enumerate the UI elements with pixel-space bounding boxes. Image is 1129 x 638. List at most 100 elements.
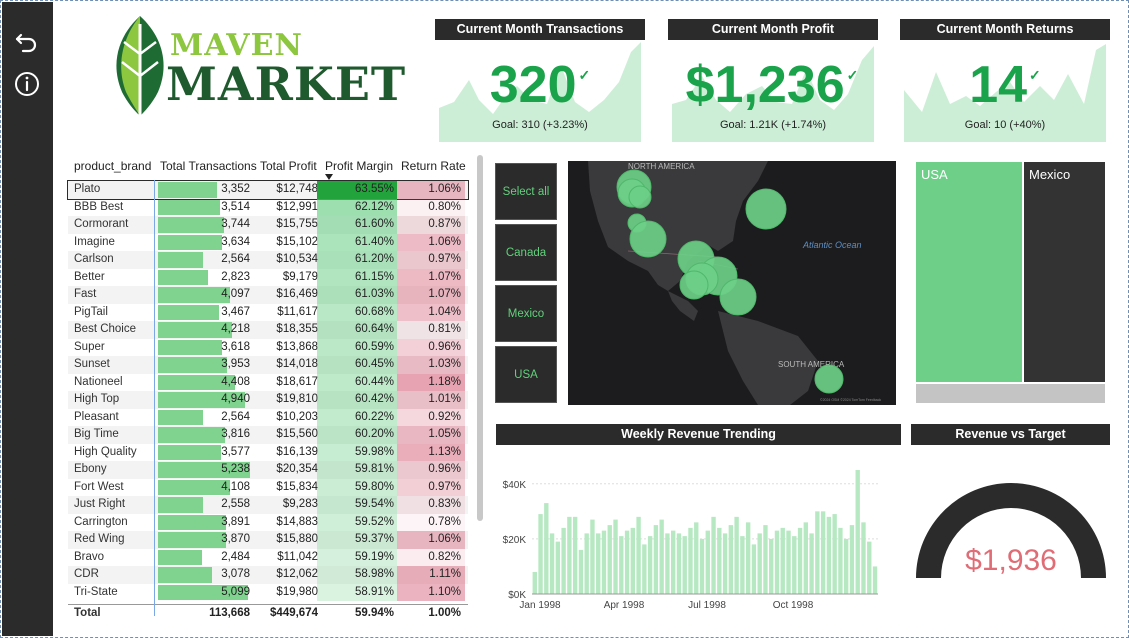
revenue-bar[interactable] <box>769 538 774 594</box>
revenue-bar[interactable] <box>584 533 589 594</box>
table-row[interactable]: CDR 3,078 $12,062 58.98% 1.11% <box>68 566 468 584</box>
revenue-bar[interactable] <box>809 533 814 594</box>
revenue-bar[interactable] <box>705 530 710 594</box>
revenue-bar[interactable] <box>642 544 647 594</box>
revenue-bar[interactable] <box>855 470 860 594</box>
revenue-bar[interactable] <box>538 514 543 594</box>
revenue-bar[interactable] <box>682 536 687 594</box>
revenue-bar[interactable] <box>867 541 872 594</box>
revenue-bar[interactable] <box>763 525 768 594</box>
header-return-rate[interactable]: Return Rate <box>401 159 466 173</box>
revenue-bar[interactable] <box>555 541 561 594</box>
table-row[interactable]: High Top 4,940 $19,810 60.42% 1.01% <box>68 391 468 409</box>
revenue-bar[interactable] <box>578 549 584 594</box>
table-row[interactable]: Red Wing 3,870 $15,880 59.37% 1.06% <box>68 531 468 549</box>
revenue-bar[interactable] <box>849 525 855 594</box>
revenue-bar[interactable] <box>838 527 843 594</box>
table-row[interactable]: Tri-State 5,099 $19,980 58.91% 1.10% <box>68 583 468 601</box>
revenue-bar[interactable] <box>665 533 670 594</box>
revenue-bar[interactable] <box>832 514 837 594</box>
table-row[interactable]: Bravo 2,484 $11,042 59.19% 0.82% <box>68 548 468 566</box>
revenue-bar[interactable] <box>590 519 595 594</box>
table-row[interactable]: Super 3,618 $13,868 60.59% 0.96% <box>68 338 468 356</box>
table-row[interactable]: BBB Best 3,514 $12,991 62.12% 0.80% <box>68 198 468 216</box>
map-bubble[interactable] <box>719 278 757 316</box>
revenue-bar[interactable] <box>607 525 612 594</box>
revenue-bar[interactable] <box>572 516 578 594</box>
back-arrow-icon[interactable] <box>13 26 41 54</box>
treemap-tile-canada[interactable] <box>915 383 1106 404</box>
slicer-option-canada[interactable]: Canada <box>495 224 557 281</box>
table-row[interactable]: High Quality 3,577 $16,139 59.98% 1.13% <box>68 443 468 461</box>
table-row[interactable]: Imagine 3,634 $15,102 61.40% 1.06% <box>68 233 468 251</box>
revenue-bar[interactable] <box>803 522 808 594</box>
header-total-profit[interactable]: Total Profit <box>260 159 317 173</box>
revenue-bar[interactable] <box>596 533 601 594</box>
table-row[interactable]: Sunset 3,953 $14,018 60.45% 1.03% <box>68 356 468 374</box>
revenue-bar[interactable] <box>815 511 820 594</box>
revenue-bar[interactable] <box>734 516 739 594</box>
revenue-bar[interactable] <box>619 536 624 594</box>
revenue-bar[interactable] <box>659 519 664 594</box>
revenue-bar[interactable] <box>636 516 641 594</box>
header-product-brand[interactable]: product_brand <box>74 159 151 173</box>
country-treemap[interactable]: USA Mexico <box>915 161 1106 404</box>
table-row[interactable]: Nationeel 4,408 $18,617 60.44% 1.18% <box>68 373 468 391</box>
slicer-option-select-all[interactable]: Select all <box>495 163 557 220</box>
revenue-bar[interactable] <box>567 516 572 594</box>
table-row[interactable]: Plato 3,352 $12,748 63.55% 1.06% <box>67 180 469 200</box>
table-row[interactable]: Cormorant 3,744 $15,755 61.60% 0.87% <box>68 216 468 234</box>
revenue-bar[interactable] <box>745 522 751 594</box>
revenue-bar[interactable] <box>711 516 716 594</box>
revenue-bar[interactable] <box>717 527 722 594</box>
slicer-option-mexico[interactable]: Mexico <box>495 285 557 342</box>
revenue-bar[interactable] <box>786 530 791 594</box>
info-icon[interactable] <box>13 70 41 98</box>
revenue-bar[interactable] <box>613 519 618 594</box>
table-row[interactable]: Better 2,823 $9,179 61.15% 1.07% <box>68 268 468 286</box>
revenue-bar[interactable] <box>624 530 630 594</box>
map-bubble[interactable] <box>814 364 844 394</box>
revenue-bar[interactable] <box>792 536 797 594</box>
revenue-bar[interactable] <box>722 533 728 594</box>
map-bubble[interactable] <box>628 185 652 209</box>
revenue-bar[interactable] <box>826 516 832 594</box>
revenue-target-gauge[interactable]: $1,936 <box>911 468 1111 588</box>
treemap-tile-usa[interactable]: USA <box>915 161 1023 383</box>
revenue-bar[interactable] <box>797 527 803 594</box>
revenue-bar[interactable] <box>653 525 659 594</box>
table-row[interactable]: Fort West 4,108 $15,834 59.80% 0.97% <box>68 478 468 496</box>
table-row[interactable]: Fast 4,097 $16,469 61.03% 1.07% <box>68 286 468 304</box>
revenue-bar[interactable] <box>532 571 537 594</box>
weekly-revenue-chart[interactable]: $0K$20K$40KJan 1998 Apr 1998 Jul 1998 Oct 1… <box>496 448 896 618</box>
map-bubble[interactable] <box>629 220 667 258</box>
slicer-option-usa[interactable]: USA <box>495 346 557 403</box>
revenue-bar[interactable] <box>699 538 705 594</box>
table-row[interactable]: Ebony 5,238 $20,354 59.81% 0.96% <box>68 461 468 479</box>
revenue-bar[interactable] <box>671 530 676 594</box>
table-row[interactable]: Carrington 3,891 $14,883 59.52% 0.78% <box>68 513 468 531</box>
revenue-bar[interactable] <box>774 530 780 594</box>
revenue-bar[interactable] <box>630 527 635 594</box>
header-total-transactions[interactable]: Total Transactions <box>160 159 257 173</box>
revenue-bar[interactable] <box>728 525 734 594</box>
table-row[interactable]: PigTail 3,467 $11,617 60.68% 1.04% <box>68 303 468 321</box>
store-location-map[interactable]: NORTH AMERICA Atlantic Ocean SOUTH AMERI… <box>568 161 896 405</box>
revenue-bar[interactable] <box>561 527 566 594</box>
revenue-bar[interactable] <box>751 544 757 594</box>
table-row[interactable]: Carlson 2,564 $10,534 61.20% 0.97% <box>68 251 468 269</box>
revenue-bar[interactable] <box>544 503 549 594</box>
treemap-tile-mexico[interactable]: Mexico <box>1023 161 1106 383</box>
map-bubble[interactable] <box>679 270 709 300</box>
revenue-bar[interactable] <box>549 533 555 594</box>
table-row[interactable]: Pleasant 2,564 $10,203 60.22% 0.92% <box>68 408 468 426</box>
revenue-bar[interactable] <box>676 533 682 594</box>
revenue-bar[interactable] <box>694 522 699 594</box>
table-scrollbar[interactable] <box>477 155 483 521</box>
table-row[interactable]: Big Time 3,816 $15,560 60.20% 1.05% <box>68 426 468 444</box>
header-profit-margin[interactable]: Profit Margin <box>325 159 393 173</box>
revenue-bar[interactable] <box>844 538 849 594</box>
revenue-bar[interactable] <box>601 530 607 594</box>
revenue-bar[interactable] <box>688 527 693 594</box>
revenue-bar[interactable] <box>740 536 745 594</box>
